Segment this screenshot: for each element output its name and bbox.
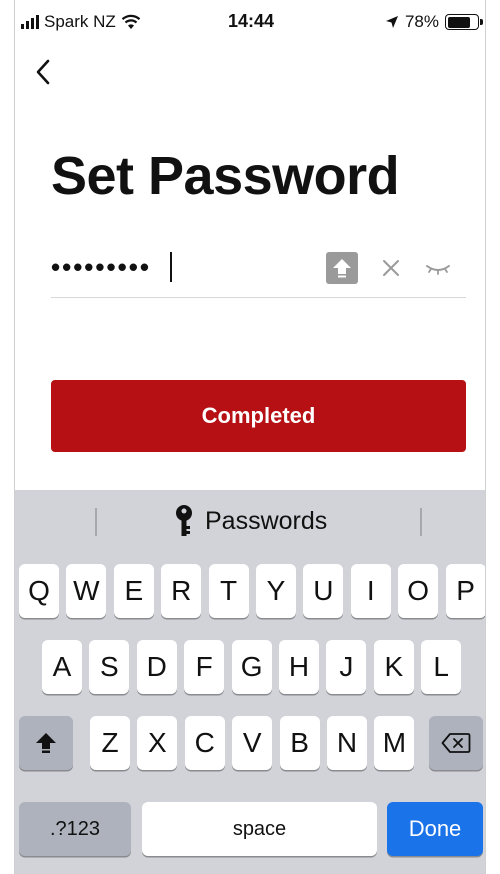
key-y[interactable]: Y bbox=[256, 564, 296, 618]
status-right: 78% bbox=[385, 12, 483, 32]
hide-password-icon[interactable] bbox=[424, 257, 452, 279]
numbers-key[interactable]: .?123 bbox=[19, 802, 131, 856]
back-button[interactable] bbox=[33, 52, 63, 92]
suggestion-divider bbox=[95, 508, 97, 536]
key-f[interactable]: F bbox=[184, 640, 225, 694]
key-p[interactable]: P bbox=[445, 564, 485, 618]
key-k[interactable]: K bbox=[373, 640, 414, 694]
page-title: Set Password bbox=[51, 146, 400, 206]
key-l[interactable]: L bbox=[421, 640, 462, 694]
field-icons bbox=[326, 252, 452, 284]
battery-percent: 78% bbox=[404, 12, 439, 31]
password-input[interactable]: ••••••••• bbox=[51, 238, 466, 298]
status-bar: Spark NZ 14:44 78% bbox=[15, 0, 485, 42]
suggestion-divider bbox=[420, 508, 422, 536]
phone-screen: Spark NZ 14:44 78% Set Password ••••••••… bbox=[14, 0, 486, 874]
key-w[interactable]: W bbox=[66, 564, 107, 618]
shift-icon bbox=[36, 733, 56, 753]
key-d[interactable]: D bbox=[136, 640, 177, 694]
key-t[interactable]: T bbox=[208, 564, 249, 618]
key-u[interactable]: U bbox=[303, 564, 344, 618]
clear-icon[interactable] bbox=[380, 257, 402, 279]
key-x[interactable]: X bbox=[137, 716, 178, 770]
shift-key[interactable] bbox=[19, 716, 73, 770]
keyboard: Passwords Q W E R T Y U I O P A S D F G H J K L Z X C V B N M .?12… bbox=[15, 490, 485, 874]
key-i[interactable]: I bbox=[350, 564, 391, 618]
completed-button[interactable]: Completed bbox=[51, 380, 466, 452]
key-j[interactable]: J bbox=[326, 640, 367, 694]
space-key[interactable]: space bbox=[142, 802, 377, 856]
backspace-key[interactable] bbox=[429, 716, 483, 770]
chevron-left-icon bbox=[36, 59, 50, 85]
key-g[interactable]: G bbox=[231, 640, 272, 694]
password-masked-value: ••••••••• bbox=[51, 252, 151, 282]
text-caret bbox=[170, 252, 172, 282]
battery-level bbox=[447, 16, 471, 28]
location-arrow-icon bbox=[385, 16, 398, 28]
backspace-icon bbox=[441, 733, 471, 753]
capslock-icon bbox=[326, 252, 358, 284]
passwords-suggestion[interactable]: Passwords bbox=[175, 502, 327, 540]
key-m[interactable]: M bbox=[374, 716, 415, 770]
key-s[interactable]: S bbox=[89, 640, 130, 694]
key-n[interactable]: N bbox=[327, 716, 367, 770]
key-v[interactable]: V bbox=[232, 716, 273, 770]
key-h[interactable]: H bbox=[279, 640, 319, 694]
battery-icon bbox=[445, 14, 483, 30]
key-r[interactable]: R bbox=[161, 564, 202, 618]
key-o[interactable]: O bbox=[398, 564, 439, 618]
key-q[interactable]: Q bbox=[19, 564, 59, 618]
key-z[interactable]: Z bbox=[90, 716, 130, 770]
key-a[interactable]: A bbox=[42, 640, 82, 694]
done-key[interactable]: Done bbox=[387, 802, 483, 856]
passwords-label: Passwords bbox=[205, 506, 328, 535]
suggestion-bar: Passwords bbox=[15, 490, 485, 552]
key-b[interactable]: B bbox=[279, 716, 320, 770]
key-c[interactable]: C bbox=[184, 716, 225, 770]
key-e[interactable]: E bbox=[113, 564, 154, 618]
key-icon bbox=[176, 505, 192, 536]
